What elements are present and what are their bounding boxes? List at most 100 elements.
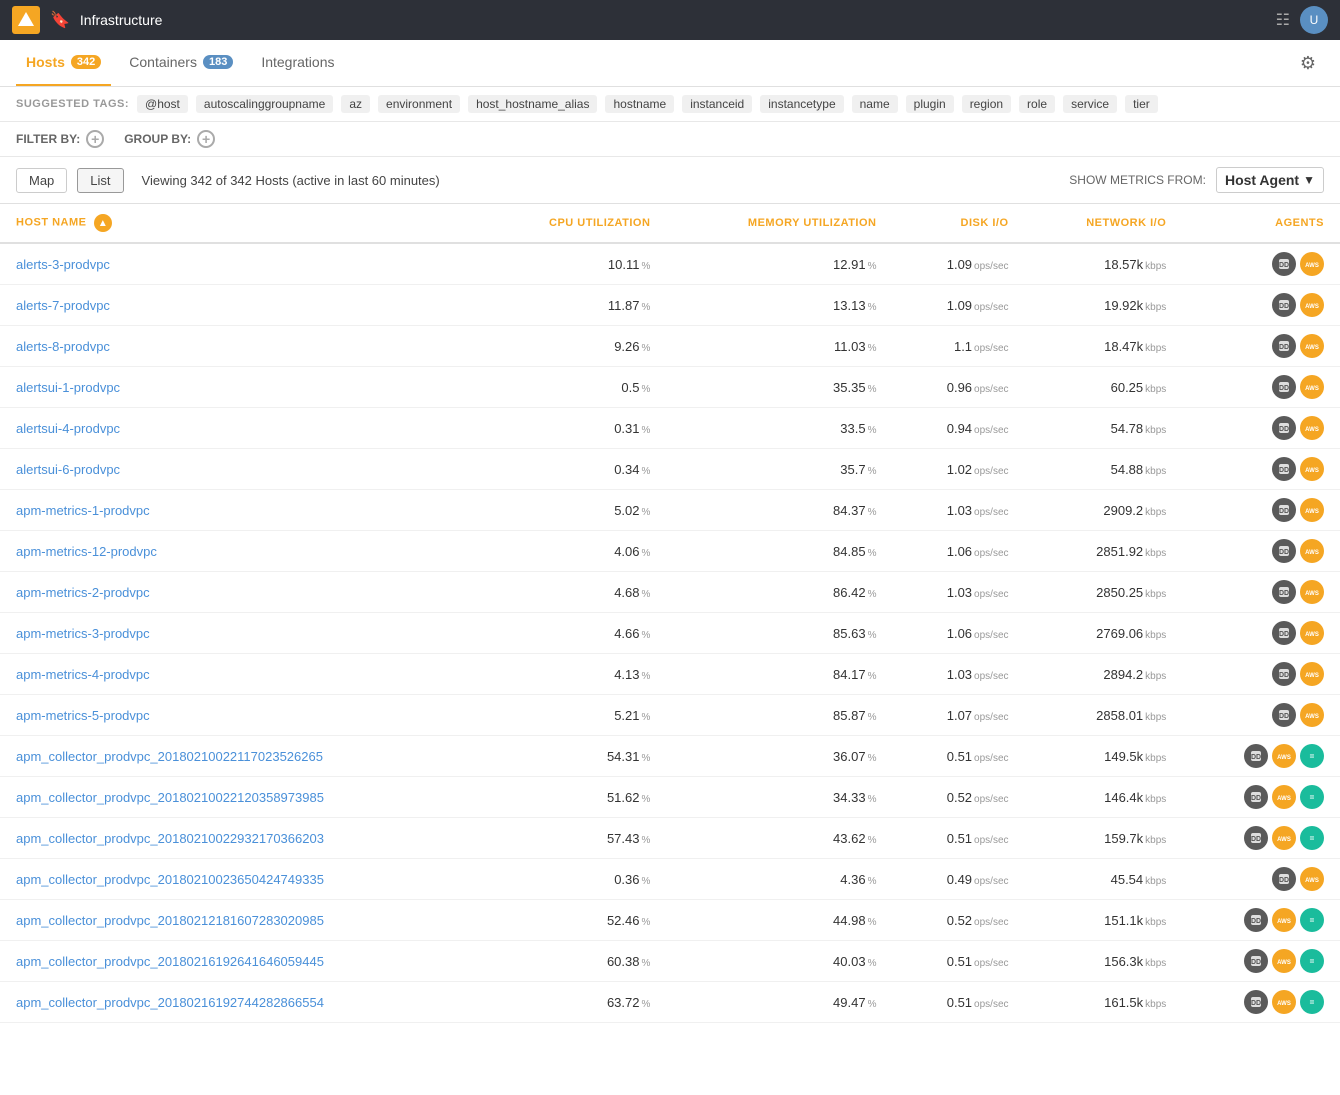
top-navigation: 🔖 Infrastructure ☷ U	[0, 0, 1340, 40]
table-body: alerts-3-prodvpc10.11%12.91%1.09ops/sec1…	[0, 243, 1340, 1023]
svg-text:AWS: AWS	[1305, 345, 1319, 351]
col-host-name[interactable]: HOST NAME ▲	[0, 204, 479, 243]
tag-instancetype[interactable]: instancetype	[760, 95, 843, 113]
bookmark-icon[interactable]: 🔖	[50, 10, 70, 30]
col-memory[interactable]: MEMORY UTILIZATION	[666, 204, 892, 243]
grid-icon[interactable]: ☷	[1276, 10, 1290, 30]
agent-badge-aws: AWS	[1272, 785, 1296, 809]
agents-cell: DDAWS	[1182, 243, 1340, 285]
host-name-link[interactable]: apm_collector_prodvpc_201802100236504247…	[16, 872, 324, 887]
disk-value: 0.49ops/sec	[892, 859, 1024, 900]
disk-value: 0.96ops/sec	[892, 367, 1024, 408]
host-name-link[interactable]: apm_collector_prodvpc_201802121816072830…	[16, 913, 324, 928]
disk-value: 0.52ops/sec	[892, 777, 1024, 818]
map-view-button[interactable]: Map	[16, 168, 67, 193]
svg-text:DD: DD	[1279, 590, 1289, 597]
tag-az[interactable]: az	[341, 95, 370, 113]
agent-badge-dd: DD	[1272, 375, 1296, 399]
list-view-button[interactable]: List	[77, 168, 123, 193]
table-row: apm_collector_prodvpc_201802161927442828…	[0, 982, 1340, 1023]
memory-value: 36.07%	[666, 736, 892, 777]
svg-text:DD: DD	[1251, 1000, 1261, 1007]
settings-icon[interactable]: ⚙	[1292, 45, 1324, 82]
tag-instanceid[interactable]: instanceid	[682, 95, 752, 113]
col-disk[interactable]: DISK I/O	[892, 204, 1024, 243]
agent-badge-aws: AWS	[1300, 539, 1324, 563]
svg-text:AWS: AWS	[1305, 632, 1319, 638]
memory-value: 43.62%	[666, 818, 892, 859]
svg-text:AWS: AWS	[1277, 755, 1291, 761]
host-name-link[interactable]: apm_collector_prodvpc_201802100229321703…	[16, 831, 324, 846]
network-value: 151.1kkbps	[1025, 900, 1183, 941]
tag-hostname[interactable]: hostname	[605, 95, 674, 113]
svg-text:AWS: AWS	[1305, 386, 1319, 392]
host-name-link[interactable]: apm_collector_prodvpc_201802161926416460…	[16, 954, 324, 969]
agents-cell: DDAWS	[1182, 408, 1340, 449]
agent-badge-aws: AWS	[1272, 826, 1296, 850]
tag-autoscaling[interactable]: autoscalinggroupname	[196, 95, 333, 113]
tab-integrations[interactable]: Integrations	[251, 40, 344, 86]
metrics-source-dropdown[interactable]: Host Agent ▼	[1216, 167, 1324, 193]
host-name-link[interactable]: apm-metrics-12-prodvpc	[16, 544, 157, 559]
host-name-link[interactable]: alertsui-1-prodvpc	[16, 380, 120, 395]
host-name-link[interactable]: alertsui-6-prodvpc	[16, 462, 120, 477]
agent-badge-dd: DD	[1244, 990, 1268, 1014]
tag-role[interactable]: role	[1019, 95, 1055, 113]
table-row: alerts-7-prodvpc11.87%13.13%1.09ops/sec1…	[0, 285, 1340, 326]
cpu-value: 5.21%	[479, 695, 667, 736]
agent-badge-dd: DD	[1272, 293, 1296, 317]
agents-cell: DDAWS	[1182, 531, 1340, 572]
agents-cell: DDAWS=	[1182, 982, 1340, 1023]
tab-containers[interactable]: Containers 183	[119, 40, 243, 86]
host-name-link[interactable]: alerts-8-prodvpc	[16, 339, 110, 354]
tag-environment[interactable]: environment	[378, 95, 460, 113]
cpu-value: 10.11%	[479, 243, 667, 285]
network-value: 54.88kbps	[1025, 449, 1183, 490]
tab-hosts[interactable]: Hosts 342	[16, 40, 111, 86]
tag-service[interactable]: service	[1063, 95, 1117, 113]
tag-region[interactable]: region	[962, 95, 1011, 113]
svg-text:=: =	[1310, 916, 1315, 925]
memory-value: 35.35%	[666, 367, 892, 408]
host-name-link[interactable]: apm-metrics-5-prodvpc	[16, 708, 150, 723]
svg-text:DD: DD	[1251, 836, 1261, 843]
disk-value: 0.94ops/sec	[892, 408, 1024, 449]
col-network[interactable]: NETWORK I/O	[1025, 204, 1183, 243]
tag-host-hostname-alias[interactable]: host_hostname_alias	[468, 95, 597, 113]
network-value: 156.3kkbps	[1025, 941, 1183, 982]
tag-tier[interactable]: tier	[1125, 95, 1158, 113]
svg-text:=: =	[1310, 957, 1315, 966]
host-name-link[interactable]: alerts-3-prodvpc	[16, 257, 110, 272]
agent-badge-proc: =	[1300, 990, 1324, 1014]
tag-host[interactable]: @host	[137, 95, 188, 113]
svg-text:DD: DD	[1279, 262, 1289, 269]
network-value: 2858.01kbps	[1025, 695, 1183, 736]
tag-plugin[interactable]: plugin	[906, 95, 954, 113]
host-name-link[interactable]: alertsui-4-prodvpc	[16, 421, 120, 436]
avatar[interactable]: U	[1300, 6, 1328, 34]
agents-cell: DDAWS	[1182, 490, 1340, 531]
host-name-link[interactable]: apm-metrics-3-prodvpc	[16, 626, 150, 641]
group-add-button[interactable]: +	[197, 130, 215, 148]
host-name-link[interactable]: apm-metrics-4-prodvpc	[16, 667, 150, 682]
agent-badge-aws: AWS	[1272, 744, 1296, 768]
svg-text:=: =	[1310, 834, 1315, 843]
network-value: 161.5kkbps	[1025, 982, 1183, 1023]
network-value: 18.47kkbps	[1025, 326, 1183, 367]
filter-add-button[interactable]: +	[86, 130, 104, 148]
host-name-link[interactable]: apm_collector_prodvpc_201802161927442828…	[16, 995, 324, 1010]
disk-value: 1.03ops/sec	[892, 654, 1024, 695]
host-name-link[interactable]: alerts-7-prodvpc	[16, 298, 110, 313]
network-value: 159.7kkbps	[1025, 818, 1183, 859]
disk-value: 1.02ops/sec	[892, 449, 1024, 490]
host-name-link[interactable]: apm_collector_prodvpc_201802100221203589…	[16, 790, 324, 805]
host-name-link[interactable]: apm_collector_prodvpc_201802100221170235…	[16, 749, 323, 764]
metrics-source-value: Host Agent	[1225, 172, 1299, 188]
disk-value: 1.03ops/sec	[892, 490, 1024, 531]
host-name-link[interactable]: apm-metrics-2-prodvpc	[16, 585, 150, 600]
col-cpu[interactable]: CPU UTILIZATION	[479, 204, 667, 243]
svg-text:DD: DD	[1279, 303, 1289, 310]
host-name-link[interactable]: apm-metrics-1-prodvpc	[16, 503, 150, 518]
tag-name[interactable]: name	[852, 95, 898, 113]
svg-text:DD: DD	[1279, 508, 1289, 515]
